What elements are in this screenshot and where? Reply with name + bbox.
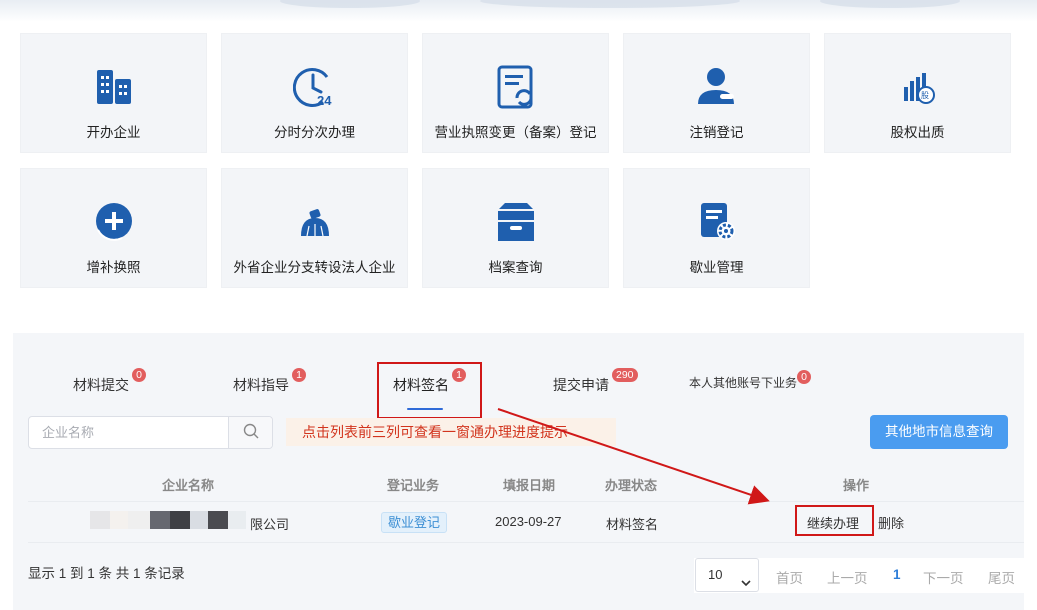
tile-archive-query[interactable]: 档案查询 <box>422 168 609 288</box>
page-prev[interactable]: 上一页 <box>827 567 868 587</box>
document-refresh-icon <box>494 64 538 110</box>
tab-other-accounts[interactable]: 本人其他账号下业务 0 <box>689 370 811 391</box>
header-business: 登记业务 <box>387 478 440 493</box>
tab-label: 材料提交 <box>73 377 129 393</box>
header-action: 操作 <box>843 478 870 493</box>
search-icon <box>243 423 259 442</box>
clock-24-icon: 24 <box>292 64 337 110</box>
svg-text:股: 股 <box>921 91 929 100</box>
tab-label: 提交申请 <box>553 377 609 393</box>
user-minus-icon <box>695 64 739 110</box>
company-name-suffix[interactable]: 限公司 <box>250 514 289 533</box>
page-current[interactable]: 1 <box>893 567 901 582</box>
progress-tip: 点击列表前三列可查看一窗通办理进度提示 <box>286 418 616 446</box>
tile-open-business[interactable]: 开办企业 <box>20 33 207 153</box>
page-size-value: 10 <box>708 567 723 582</box>
tile-label: 档案查询 <box>488 260 543 275</box>
record-summary: 显示 1 到 1 条 共 1 条记录 <box>28 566 185 581</box>
building-icon <box>92 64 136 110</box>
branch-dome-icon <box>293 199 337 245</box>
search-box <box>28 416 273 449</box>
tile-label: 股权出质 <box>890 125 945 140</box>
tile-label: 歇业管理 <box>689 260 744 275</box>
tile-time-split[interactable]: 24 分时分次办理 <box>221 33 408 153</box>
delete-button[interactable]: 删除 <box>878 513 904 532</box>
tile-equity-pledge[interactable]: 股 股权出质 <box>824 33 1011 153</box>
highlight-box-continue <box>795 505 874 536</box>
tile-deregistration[interactable]: 注销登记 <box>623 33 810 153</box>
tile-suspension-management[interactable]: 歇业管理 <box>623 168 810 288</box>
add-circle-icon <box>92 199 136 245</box>
page-next[interactable]: 下一页 <box>923 567 964 587</box>
equity-chart-icon: 股 <box>896 64 940 110</box>
tile-label: 分时分次办理 <box>274 125 355 140</box>
count-badge: 290 <box>612 368 638 382</box>
other-city-query-button[interactable]: 其他地市信息查询 <box>870 415 1008 449</box>
redacted-company-name <box>90 511 246 529</box>
fill-date[interactable]: 2023-09-27 <box>495 514 562 529</box>
tile-label: 外省企业分支转设法人企业 <box>233 260 396 275</box>
tile-label: 开办企业 <box>86 125 141 140</box>
page-last[interactable]: 尾页 <box>988 567 1015 587</box>
tab-label: 材料指导 <box>233 377 289 393</box>
count-badge: 1 <box>292 368 306 382</box>
svg-text:24: 24 <box>317 93 332 108</box>
highlight-box-tab <box>377 362 482 419</box>
tile-label: 营业执照变更（备案）登记 <box>434 125 597 140</box>
status-text: 材料签名 <box>606 517 659 532</box>
tab-submit-application[interactable]: 提交申请 290 <box>553 368 638 395</box>
search-button[interactable] <box>228 417 272 448</box>
tab-material-submit[interactable]: 材料提交 0 <box>73 368 146 395</box>
tile-branch-convert[interactable]: 外省企业分支转设法人企业 <box>221 168 408 288</box>
service-tiles: 开办企业 24 分时分次办理 营业执照变更（备案）登记 注销登记 股 股权出质 … <box>0 0 1037 300</box>
header-status: 办理状态 <box>605 478 658 493</box>
tile-label: 增补换照 <box>86 260 141 275</box>
archive-box-icon <box>494 199 538 245</box>
tile-license-replace[interactable]: 增补换照 <box>20 168 207 288</box>
page-size-select[interactable]: 10 <box>695 558 759 592</box>
count-badge: 0 <box>797 370 811 384</box>
header-date: 填报日期 <box>503 478 556 493</box>
tile-license-change[interactable]: 营业执照变更（备案）登记 <box>422 33 609 153</box>
tab-material-guidance[interactable]: 材料指导 1 <box>233 368 306 395</box>
tile-label: 注销登记 <box>689 125 744 140</box>
chevron-down-icon <box>740 569 752 601</box>
business-tag[interactable]: 歇业登记 <box>381 512 448 533</box>
tab-label: 本人其他账号下业务 <box>689 376 798 390</box>
page-first[interactable]: 首页 <box>776 567 803 587</box>
count-badge: 0 <box>132 368 146 382</box>
header-company: 企业名称 <box>162 478 215 493</box>
company-search-input[interactable] <box>30 418 228 447</box>
document-gear-icon <box>695 199 739 245</box>
